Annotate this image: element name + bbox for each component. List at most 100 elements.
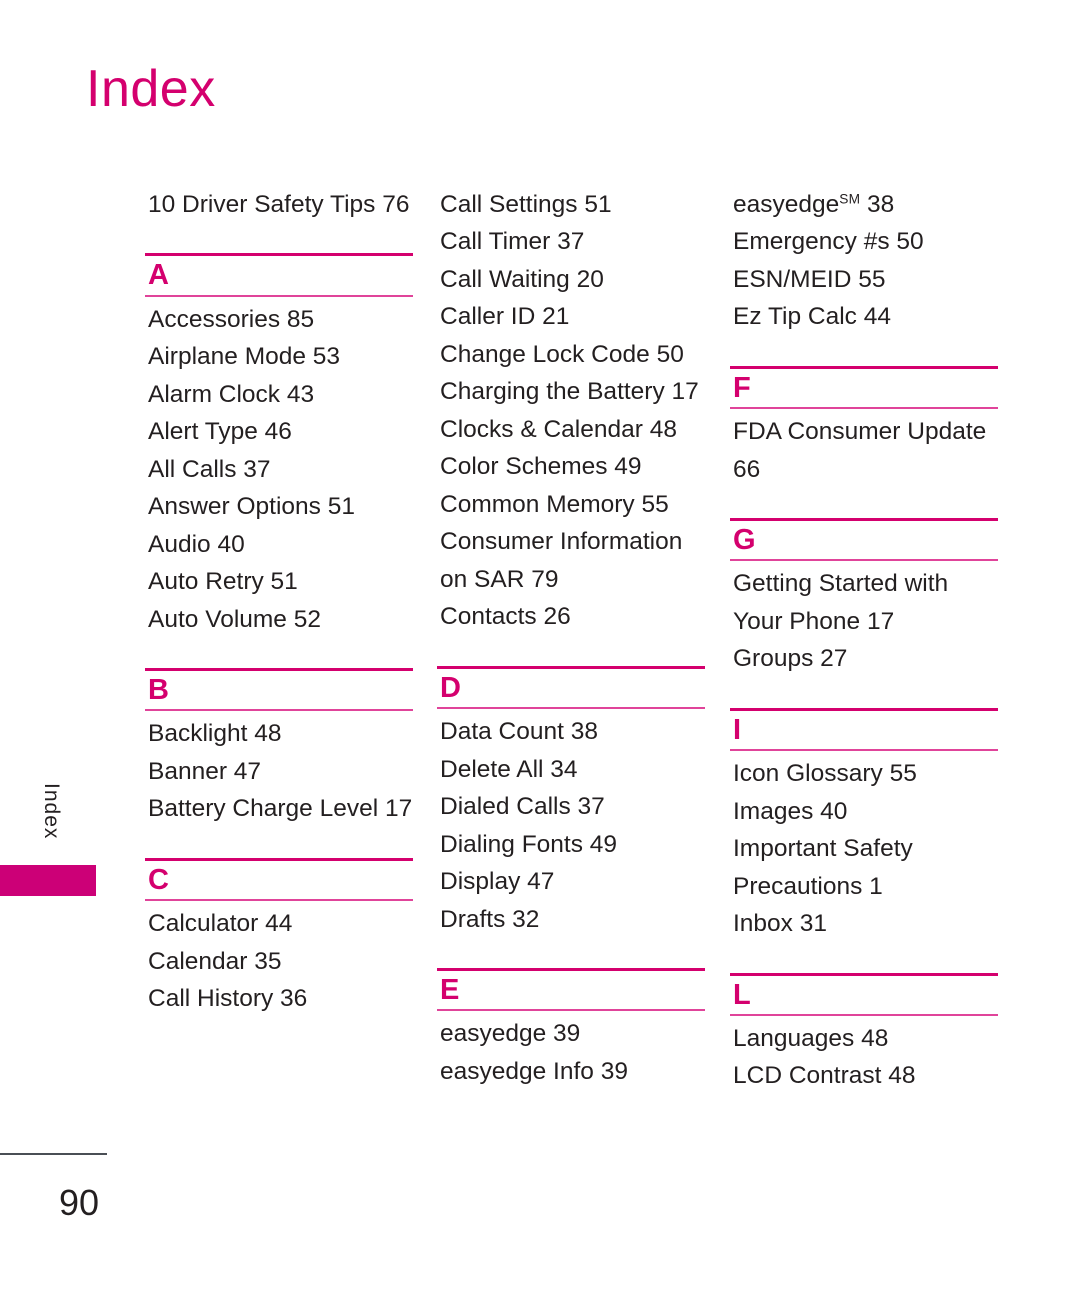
index-group-a: A Accessories 85 Airplane Mode 53 Alarm Clo… [145,253,413,638]
section-letter: D [440,671,461,704]
index-entry[interactable]: Color Schemes 49 [437,448,705,485]
index-entry[interactable]: Accessories 85 [145,301,413,338]
section-heading: F [730,365,998,410]
index-entry[interactable]: Audio 40 [145,526,413,563]
index-entry[interactable]: Getting Started with Your Phone 17 [730,565,998,640]
index-entry-list: Data Count 38 Delete All 34 Dialed Calls 3… [437,713,705,938]
section-letter: G [733,524,756,557]
index-entry-list: Accessories 85 Airplane Mode 53 Alarm Cloc… [145,301,413,638]
index-entry[interactable]: Caller ID 21 [437,298,705,335]
index-entry[interactable]: Calendar 35 [145,943,413,980]
index-column-1: 10 Driver Safety Tips 76 A Accessories 85 A… [145,186,413,1018]
index-group-e: Eeasyedge 39 easyedge Info 39 [437,967,705,1090]
index-group-b: B Backlight 48 Banner 47 Battery Charge Lev… [145,668,413,828]
index-group-i: I Icon Glossary 55 Images 40 Important Safe… [730,707,998,943]
index-entry[interactable]: Dialing Fonts 49 [437,826,705,863]
index-entry-list: easyedgeSM 38 Emergency #s 50 ESN/MEID 55 E… [730,186,998,336]
index-entry[interactable]: Airplane Mode 53 [145,338,413,375]
index-entry[interactable]: Dialed Calls 37 [437,788,705,825]
section-heading: B [145,668,413,712]
index-entry[interactable]: easyedge 39 [437,1015,705,1052]
index-entry[interactable]: easyedgeSM 38 [730,186,998,223]
index-entry-superscript: SM [839,191,861,207]
index-entry[interactable]: Emergency #s 50 [730,223,998,260]
index-entry-list: 10 Driver Safety Tips 76 [145,186,413,223]
index-entry[interactable]: Display 47 [437,863,705,900]
section-rule-bottom [437,1009,705,1012]
index-entry[interactable]: Images 40 [730,793,998,830]
index-entry[interactable]: Languages 48 [730,1020,998,1057]
section-heading: L [730,972,998,1016]
index-entry[interactable]: Common Memory 55 [437,486,705,523]
index-entry[interactable]: Groups 27 [730,640,998,677]
index-entry[interactable]: FDA Consumer Update 66 [730,413,998,488]
index-entry[interactable]: Consumer Information on SAR 79 [437,523,705,598]
index-entry[interactable]: Drafts 32 [437,901,705,938]
index-entry[interactable]: 10 Driver Safety Tips 76 [145,186,413,223]
section-heading: E [437,967,705,1012]
index-entry[interactable]: Data Count 38 [437,713,705,750]
section-letter: I [733,713,742,746]
index-group-f: F FDA Consumer Update 66 [730,365,998,488]
index-entry[interactable]: Alarm Clock 43 [145,376,413,413]
index-entry[interactable]: Contacts 26 [437,598,705,635]
index-entry-list: FDA Consumer Update 66 [730,413,998,488]
index-entry[interactable]: Battery Charge Level 17 [145,790,413,827]
footer-divider [0,1153,107,1155]
index-entry[interactable]: All Calls 37 [145,451,413,488]
section-letter: E [440,973,460,1006]
index-column-2: Call Settings 51 Call Timer 37 Call Waitin… [437,186,705,1090]
index-entry-list: Icon Glossary 55 Images 40 Important Safet… [730,755,998,942]
side-tab-marker [0,865,96,896]
index-entry[interactable]: Call Waiting 20 [437,261,705,298]
page-number: 90 [59,1182,100,1223]
section-heading: A [145,253,413,297]
index-entry[interactable]: Icon Glossary 55 [730,755,998,792]
index-entry[interactable]: LCD Contrast 48 [730,1057,998,1094]
section-letter: A [148,259,169,292]
index-entry[interactable]: Answer Options 51 [145,488,413,525]
index-entry[interactable]: Calculator 44 [145,905,413,942]
index-entry[interactable]: Auto Volume 52 [145,601,413,638]
section-rule-bottom [730,407,998,410]
index-entry[interactable]: Important Safety Precautions 1 [730,830,998,905]
index-entry-page: 38 [860,191,895,218]
index-column-3: easyedgeSM 38 Emergency #s 50 ESN/MEID 55 E… [730,186,998,1095]
index-entry[interactable]: Change Lock Code 50 [437,336,705,373]
index-entry[interactable]: easyedge Info 39 [437,1053,705,1090]
index-entry[interactable]: Charging the Battery 17 [437,373,705,410]
index-entry[interactable]: Backlight 48 [145,715,413,752]
index-entry-list: Calculator 44 Calendar 35 Call History 36 [145,905,413,1017]
section-letter: L [733,978,751,1011]
index-entry-list: Call Settings 51 Call Timer 37 Call Waitin… [437,186,705,636]
side-tab-label: Index [40,783,63,840]
section-rule-bottom [730,1013,998,1016]
section-letter: B [148,674,169,707]
section-rule-bottom [145,709,413,712]
section-heading: C [145,857,413,902]
index-entry[interactable]: Banner 47 [145,753,413,790]
index-group-l: L Languages 48 LCD Contrast 48 [730,972,998,1095]
index-entry[interactable]: Alert Type 46 [145,413,413,450]
index-entry[interactable]: ESN/MEID 55 [730,261,998,298]
page-title: Index [86,60,216,118]
index-entry[interactable]: Inbox 31 [730,905,998,942]
section-letter: C [148,863,169,896]
index-entry[interactable]: Call Settings 51 [437,186,705,223]
section-heading: D [437,665,705,710]
index-entry[interactable]: Call History 36 [145,980,413,1017]
section-letter: F [733,371,751,404]
section-rule-bottom [145,899,413,902]
index-entry[interactable]: Auto Retry 51 [145,563,413,600]
section-heading: I [730,707,998,752]
index-entry-list: easyedge 39 easyedge Info 39 [437,1015,705,1090]
index-group-continued: easyedgeSM 38 Emergency #s 50 ESN/MEID 55 E… [730,186,998,336]
index-entry-list: Backlight 48 Banner 47 Battery Charge Leve… [145,715,413,827]
index-group-c: C Calculator 44 Calendar 35 Call History 36 [145,857,413,1018]
index-entry[interactable]: Clocks & Calendar 48 [437,411,705,448]
index-entry[interactable]: Call Timer 37 [437,223,705,260]
index-entry[interactable]: Ez Tip Calc 44 [730,298,998,335]
index-entry-label: easyedge [733,191,840,218]
index-entry[interactable]: Delete All 34 [437,751,705,788]
section-heading: G [730,518,998,562]
